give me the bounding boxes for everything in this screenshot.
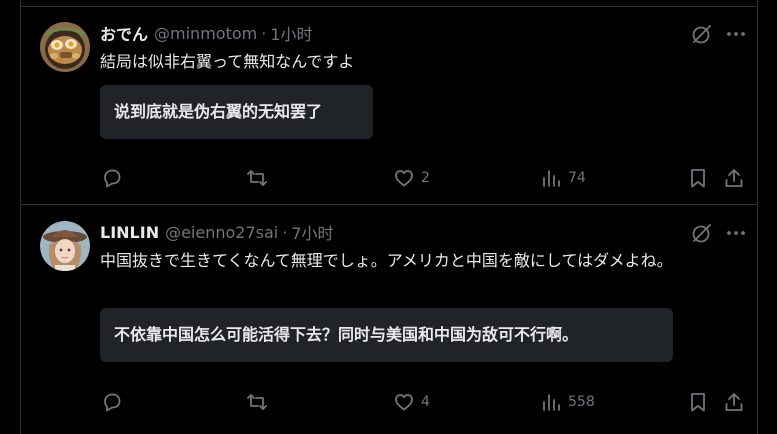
translation-box: 不依靠中国怎么可能活得下去？同时与美国和中国为敌可不行啊。: [100, 308, 673, 362]
retweet-button[interactable]: [246, 164, 268, 192]
retweet-button[interactable]: [246, 388, 268, 416]
action-bar: 2 74: [21, 164, 757, 192]
display-name[interactable]: LINLIN: [100, 223, 159, 242]
views-button[interactable]: 558: [540, 388, 595, 416]
share-icon: [725, 393, 743, 411]
more-icon[interactable]: [725, 23, 747, 45]
translation-box: 说到底就是伪右翼的无知罢了: [100, 85, 373, 139]
avatar[interactable]: [40, 22, 90, 72]
reply-icon: [104, 393, 121, 412]
more-icon[interactable]: [725, 222, 747, 244]
views-icon: [543, 394, 560, 411]
heart-icon: [395, 170, 413, 187]
retweet-icon: [247, 170, 267, 186]
grok-icon[interactable]: [691, 222, 713, 244]
display-name[interactable]: おでん: [100, 21, 148, 45]
separator-dot: ·: [282, 222, 288, 242]
view-count: 558: [568, 394, 595, 410]
views-icon: [543, 170, 560, 187]
view-count: 74: [568, 170, 586, 186]
grok-icon[interactable]: [691, 23, 713, 45]
timestamp[interactable]: 7小时: [291, 220, 333, 244]
like-count: 4: [421, 394, 430, 410]
user-handle[interactable]: @eienno27sai: [165, 223, 278, 242]
bookmark-icon: [691, 169, 705, 188]
post-header: LINLIN @eienno27sai · 7小时: [100, 220, 334, 244]
post[interactable]: おでん @minmotom · 1小时 結局は似非右翼って無知なんですよ 说到底…: [21, 7, 757, 205]
user-handle[interactable]: @minmotom: [154, 24, 257, 43]
avatar[interactable]: [40, 221, 90, 271]
post-text: 結局は似非右翼って無知なんですよ: [100, 52, 355, 71]
post-header: おでん @minmotom · 1小时: [100, 21, 313, 45]
bookmark-icon: [691, 393, 705, 412]
views-button[interactable]: 74: [540, 164, 586, 192]
share-button[interactable]: [723, 164, 745, 192]
separator-dot: ·: [261, 23, 267, 43]
share-button[interactable]: [723, 388, 745, 416]
heart-icon: [395, 394, 413, 411]
like-button[interactable]: 2: [393, 164, 430, 192]
post-text: 中国抜きで生きてくなんて無理でしょ。アメリカと中国を敵にしてはダメよね。: [100, 251, 673, 270]
retweet-icon: [247, 394, 267, 410]
action-bar: 4 558: [21, 388, 757, 416]
bookmark-button[interactable]: [687, 388, 709, 416]
post[interactable]: LINLIN @eienno27sai · 7小时 中国抜きで生きてくなんて無理…: [21, 206, 757, 434]
reply-button[interactable]: [101, 388, 123, 416]
reply-button[interactable]: [101, 164, 123, 192]
reply-icon: [104, 169, 121, 188]
share-icon: [725, 169, 743, 187]
bookmark-button[interactable]: [687, 164, 709, 192]
like-count: 2: [421, 170, 430, 186]
timestamp[interactable]: 1小时: [270, 21, 312, 45]
like-button[interactable]: 4: [393, 388, 430, 416]
